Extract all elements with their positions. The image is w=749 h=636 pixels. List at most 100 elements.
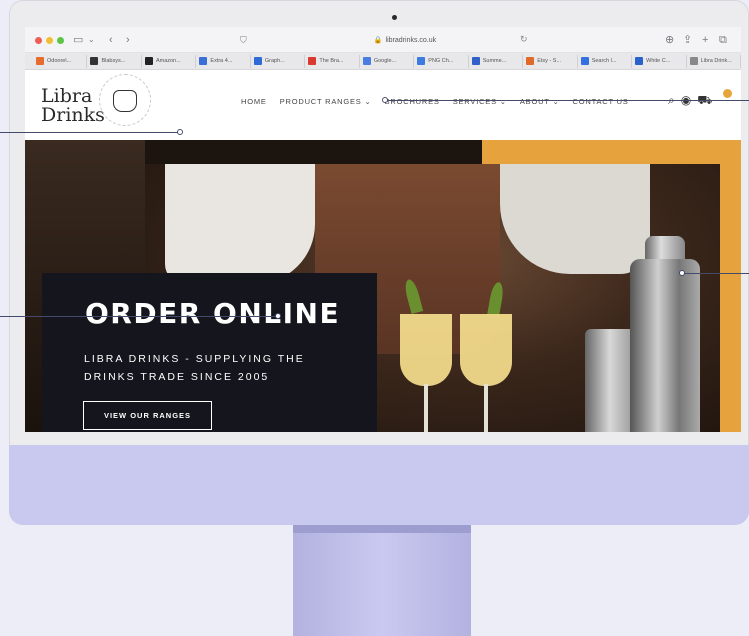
nav-contact-us[interactable]: CONTACT US <box>573 97 629 106</box>
callout-dot-logo <box>177 129 183 135</box>
maximize-window-button[interactable] <box>57 37 64 44</box>
tab-favicon-icon <box>199 57 208 65</box>
tab-label: Extra 4... <box>210 58 233 64</box>
tab-favicon-icon <box>526 57 535 65</box>
forward-icon[interactable]: › <box>126 33 130 47</box>
tab-favicon-icon <box>308 57 317 65</box>
nav-home[interactable]: HOME <box>241 97 267 106</box>
sidebar-toggle-icon[interactable]: ▭ <box>73 33 83 47</box>
close-window-button[interactable] <box>35 37 42 44</box>
screen: ▭ ⌄ ‹ › ⛉ 🔒 libradrinks.co.uk ↻ ⊕ ⇪ + ⧉ … <box>25 27 741 432</box>
search-icon[interactable]: ⌕ <box>668 93 675 109</box>
main-nav: HOME PRODUCT RANGES ⌄ BROCHURES SERVICES… <box>241 97 629 106</box>
tab-favicon-icon <box>90 57 99 65</box>
site-header: Libra Drinks HOME PRODUCT RANGES ⌄ BROCH… <box>25 70 741 140</box>
browser-tab[interactable]: Graph... <box>251 54 306 68</box>
minimize-window-button[interactable] <box>46 37 53 44</box>
callout-line-photo <box>682 273 749 274</box>
browser-tab[interactable]: Etsy - S... <box>523 54 578 68</box>
photo-glass-1 <box>400 314 452 386</box>
imac-chin <box>9 445 749 525</box>
tab-label: Graph... <box>264 58 285 64</box>
imac-stand <box>293 525 471 636</box>
browser-toolbar: ▭ ⌄ ‹ › ⛉ 🔒 libradrinks.co.uk ↻ ⊕ ⇪ + ⧉ <box>25 27 741 53</box>
imac-stand-shadow <box>293 525 471 533</box>
tab-label: Search l... <box>591 58 617 64</box>
accent-strip <box>720 140 741 432</box>
reload-icon[interactable]: ↻ <box>520 34 528 45</box>
callout-dot-nav <box>382 97 388 103</box>
site-logo[interactable]: Libra Drinks <box>41 87 105 125</box>
logo-line-2: Drinks <box>41 104 105 126</box>
browser-tab[interactable]: White C... <box>632 54 687 68</box>
tab-favicon-icon <box>253 57 262 65</box>
nav-product-ranges[interactable]: PRODUCT RANGES ⌄ <box>280 97 372 106</box>
tab-favicon-icon <box>689 57 698 65</box>
browser-tab[interactable]: Google... <box>360 54 415 68</box>
account-icon[interactable]: ◉ <box>681 93 691 109</box>
photo-glass-2 <box>460 314 512 386</box>
callout-line-logo <box>0 132 180 133</box>
tab-favicon-icon <box>635 57 644 65</box>
photo-shaker <box>630 259 700 432</box>
browser-tab[interactable]: Libra Drink... <box>687 54 741 68</box>
share-icon[interactable]: ⇪ <box>683 33 692 47</box>
lock-icon: 🔒 <box>373 37 383 44</box>
browser-tab[interactable]: The Bra... <box>305 54 360 68</box>
shield-icon[interactable]: ⛉ <box>240 33 247 47</box>
tab-favicon-icon <box>471 57 480 65</box>
nav-services[interactable]: SERVICES ⌄ <box>453 97 507 106</box>
browser-tab[interactable]: Search l... <box>578 54 633 68</box>
browser-tab[interactable]: PNG Ch... <box>414 54 469 68</box>
order-online-panel: ORDER ONLINE LIBRA DRINKS - SUPPLYING TH… <box>42 273 377 432</box>
tab-favicon-icon <box>36 57 44 65</box>
hero-title: ORDER ONLINE <box>85 297 341 330</box>
tab-favicon-icon <box>580 57 589 65</box>
callout-line-title <box>0 316 278 317</box>
tab-label: Libra Drink... <box>700 58 732 64</box>
nav-about[interactable]: ABOUT ⌄ <box>520 97 560 106</box>
tab-label: Google... <box>373 58 397 64</box>
new-tab-icon[interactable]: + <box>702 33 708 47</box>
callout-line-nav <box>386 100 749 101</box>
cart-badge <box>723 89 732 98</box>
tab-label: Etsy - S... <box>537 58 562 64</box>
photo-stem-1 <box>424 384 428 432</box>
address-bar[interactable]: 🔒 libradrinks.co.uk <box>255 32 555 48</box>
photo-stem-2 <box>484 384 488 432</box>
browser-tab[interactable]: Summe... <box>469 54 524 68</box>
address-url: libradrinks.co.uk <box>385 36 437 44</box>
tab-label: Blabsys... <box>101 58 126 64</box>
tab-label: Summe... <box>482 58 507 64</box>
tab-label: The Bra... <box>319 58 344 64</box>
tab-label: Amazon... <box>155 58 181 64</box>
browser-tab[interactable]: Amazon... <box>142 54 197 68</box>
hero-subtitle: LIBRA DRINKS - SUPPLYING THE DRINKS TRAD… <box>84 353 305 383</box>
camera-icon <box>392 15 397 20</box>
download-icon[interactable]: ⊕ <box>665 33 674 47</box>
tab-label: Odoorel... <box>47 58 72 64</box>
tab-label: White C... <box>646 58 671 64</box>
tab-favicon-icon <box>417 57 426 65</box>
chevron-down-icon[interactable]: ⌄ <box>88 33 95 47</box>
photo-sleeve-left <box>165 164 315 284</box>
browser-tab[interactable]: Odoorel... <box>33 54 88 68</box>
tab-favicon-icon <box>144 57 153 65</box>
nav-brochures[interactable]: BROCHURES <box>385 97 440 106</box>
tab-label: PNG Ch... <box>428 58 454 64</box>
hero-banner: ORDER ONLINE LIBRA DRINKS - SUPPLYING TH… <box>25 140 741 432</box>
callout-dot-photo <box>679 270 685 276</box>
photo-sleeve-right <box>500 164 650 274</box>
header-icons: ⌕ ◉ ⛟ <box>668 93 712 109</box>
browser-tab[interactable]: Extra 4... <box>196 54 251 68</box>
cart-icon[interactable]: ⛟ <box>697 93 712 109</box>
tab-favicon-icon <box>362 57 371 65</box>
logo-badge <box>99 74 151 126</box>
tabs-overview-icon[interactable]: ⧉ <box>719 33 727 47</box>
browser-tab[interactable]: Blabsys... <box>87 54 142 68</box>
tab-strip: Odoorel... Blabsys... Amazon... Extra 4... G… <box>25 53 741 70</box>
back-icon[interactable]: ‹ <box>109 33 113 47</box>
callout-dot-title <box>275 313 281 319</box>
view-ranges-button[interactable]: VIEW OUR RANGES <box>83 401 212 430</box>
accent-panel <box>482 140 741 164</box>
